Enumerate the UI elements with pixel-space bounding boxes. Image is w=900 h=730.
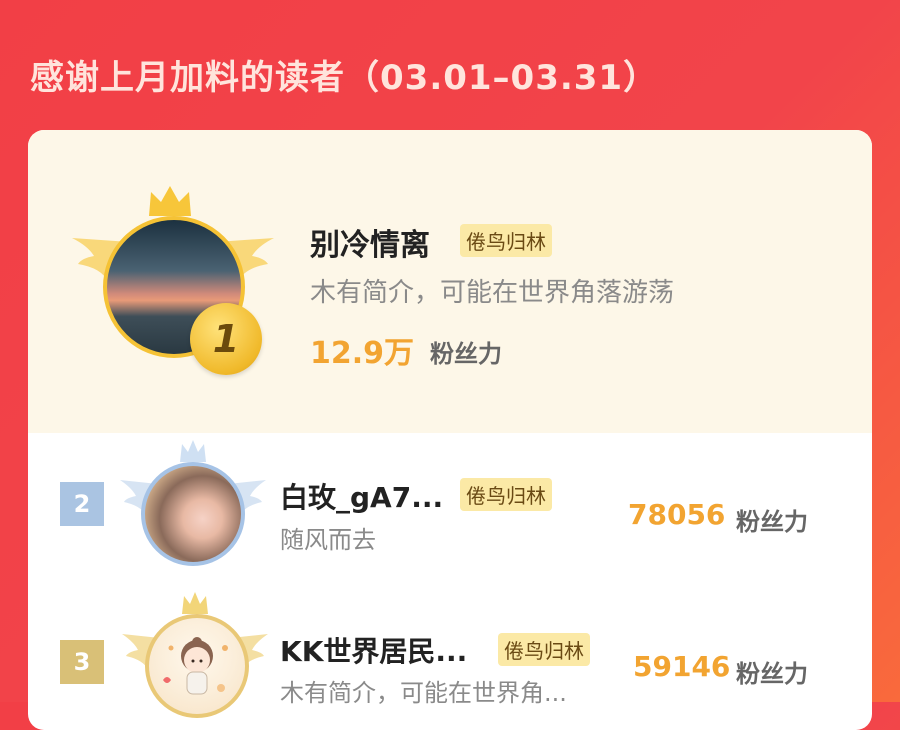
chibi-illustration <box>163 637 228 695</box>
avatar[interactable] <box>141 462 245 566</box>
fans-value: 12.9万 <box>310 336 415 371</box>
reader-tag: 倦鸟归林 <box>498 633 590 666</box>
crown-icon <box>149 186 191 216</box>
rank-3-badge-icon: 3 <box>60 640 104 684</box>
avatar[interactable] <box>145 614 249 718</box>
fans-unit-label: 粉丝力 <box>736 660 808 688</box>
fans-value: 59146 <box>633 650 731 683</box>
fans-unit-label: 粉丝力 <box>736 508 808 536</box>
fans-value: 78056 <box>628 498 726 531</box>
reader-bio: 随风而去 <box>280 526 376 554</box>
rank-1-badge-icon: 1 <box>190 303 262 375</box>
reader-name[interactable]: 白玫_gA7... <box>280 476 443 516</box>
reader-bio: 木有简介，可能在世界角落游荡 <box>310 278 675 308</box>
reader-row-1[interactable]: 1 别冷情离 倦鸟归林 木有简介，可能在世界角落游荡 12.9万 粉丝力 <box>28 130 872 433</box>
rank-2-badge-icon: 2 <box>60 482 104 526</box>
reader-name[interactable]: 别冷情离 <box>310 220 430 264</box>
reader-leaderboard-card: 1 别冷情离 倦鸟归林 木有简介，可能在世界角落游荡 12.9万 粉丝力 2 白… <box>28 130 872 730</box>
reader-bio: 木有简介，可能在世界角... <box>280 679 567 707</box>
page-title: 感谢上月加料的读者（03.01–03.31） <box>30 58 659 98</box>
reader-tag: 倦鸟归林 <box>460 224 552 257</box>
reader-tag: 倦鸟归林 <box>460 478 552 511</box>
reader-name[interactable]: KK世界居民... <box>280 630 467 670</box>
fans-unit-label: 粉丝力 <box>430 340 502 368</box>
